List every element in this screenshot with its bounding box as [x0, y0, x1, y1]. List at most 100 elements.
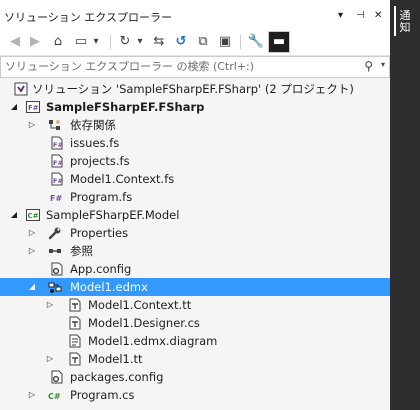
forward-icon[interactable]: ▶: [26, 32, 44, 52]
tree-item-model1-tt[interactable]: ▷ Model1.tt: [0, 350, 390, 368]
tree-item-program-fs[interactable]: F# Program.fs: [0, 188, 390, 206]
collapsed-arrow-icon[interactable]: ▷: [26, 242, 38, 260]
show-all-files-icon[interactable]: ▣: [216, 32, 234, 52]
cs-file-icon: [69, 316, 81, 330]
window-position-dropdown-icon[interactable]: ▾: [338, 10, 343, 22]
expanded-arrow-icon[interactable]: ◢: [26, 278, 38, 296]
tree-item-packages-config[interactable]: packages.config: [0, 368, 390, 386]
tree-item-issues-fs[interactable]: F# issues.fs: [0, 134, 390, 152]
edmx-file-icon: [48, 282, 62, 293]
collapsed-arrow-icon[interactable]: ▷: [26, 116, 38, 134]
tree-item-label: ソリューション 'SampleFSharpEF.FSharp' (2 プロジェク…: [32, 82, 354, 96]
dock-tab-indicator: [394, 6, 396, 36]
collapsed-arrow-icon[interactable]: ▷: [44, 296, 56, 314]
tree-item-model1-edmx[interactable]: ◢ Model1.edmx: [0, 278, 390, 296]
tree-item-model1-context-fs[interactable]: F# Model1.Context.fs: [0, 170, 390, 188]
csharp-file-icon: C#: [48, 392, 61, 401]
search-input[interactable]: [5, 58, 345, 74]
fs-file-icon: F#: [51, 136, 63, 150]
right-dock-strip: 通知: [390, 0, 420, 410]
auto-hide-pin-icon[interactable]: ⊣: [356, 10, 365, 22]
pending-changes-filter-icon[interactable]: ↻: [116, 32, 134, 52]
collapsed-arrow-icon[interactable]: ▷: [26, 224, 38, 242]
panel-title: ソリューション エクスプローラー: [4, 11, 172, 24]
tree-item-projects-fs[interactable]: F# projects.fs: [0, 152, 390, 170]
tree-item-model1-edmx-diagram[interactable]: Model1.edmx.diagram: [0, 332, 390, 350]
svg-text:F#: F#: [28, 104, 39, 112]
tree-item-label: Model1.edmx.diagram: [88, 334, 218, 348]
home-icon[interactable]: ⌂: [48, 32, 68, 52]
back-icon[interactable]: ◀: [6, 32, 24, 52]
search-options-dropdown-icon[interactable]: ▾: [381, 60, 385, 69]
wrench-icon: [48, 227, 61, 240]
tt-file-icon: [69, 352, 81, 366]
expanded-arrow-icon[interactable]: ◢: [8, 98, 20, 116]
svg-text:F#: F#: [53, 141, 63, 149]
refresh-icon[interactable]: ↺: [172, 32, 190, 52]
tree-item-program-cs[interactable]: ▷ C# Program.cs: [0, 386, 390, 404]
tree-item-label: Model1.Context.tt: [88, 298, 192, 312]
collapsed-arrow-icon[interactable]: ▷: [26, 386, 38, 404]
tree-item-label: 依存関係: [70, 118, 116, 132]
tree-item-label: 参照: [70, 244, 93, 258]
tree-item-label: issues.fs: [70, 136, 120, 150]
svg-text:F#: F#: [53, 159, 63, 167]
collapsed-arrow-icon[interactable]: ▷: [44, 350, 56, 368]
toolbar-separator: [110, 35, 111, 49]
collapse-all-icon[interactable]: ⧉: [194, 32, 212, 52]
tree-item-csharp-project[interactable]: ◢ C# SampleFSharpEF.Model: [0, 206, 390, 224]
fsharp-file-icon: F#: [50, 194, 62, 203]
tree-item-label: Properties: [70, 226, 129, 240]
diagram-file-icon: [69, 334, 81, 348]
config-file-icon: [51, 370, 63, 384]
tree-item-properties[interactable]: ▷ Properties: [0, 224, 390, 242]
svg-text:C#: C#: [28, 212, 39, 220]
tree-item-label: packages.config: [70, 370, 164, 384]
notifications-dock-tab[interactable]: 通知: [398, 10, 412, 34]
config-file-icon: [51, 262, 63, 276]
fs-file-icon: F#: [51, 154, 63, 168]
fs-file-icon: F#: [51, 172, 63, 186]
search-box[interactable]: ⚲ ▾: [0, 56, 390, 78]
tree-item-label: Model1.tt: [88, 352, 143, 366]
tree-item-references[interactable]: ▷ 参照: [0, 242, 390, 260]
tree-item-dependencies[interactable]: ▷ 依存関係: [0, 116, 390, 134]
tree-item-label: SampleFSharpEF.Model: [46, 208, 180, 222]
svg-text:F#: F#: [53, 177, 63, 185]
solution-explorer-panel: ソリューション エクスプローラー ▾ ⊣ ✕ ◀ ▶ ⌂ ▭ ▾ ↻ ▾ ⇆ ↺…: [0, 0, 390, 410]
title-bar: ソリューション エクスプローラー ▾ ⊣ ✕: [0, 0, 390, 29]
fsharp-project-icon: F#: [26, 101, 40, 113]
csharp-project-icon: C#: [26, 209, 40, 221]
tree-item-model1-context-tt[interactable]: ▷ Model1.Context.tt: [0, 296, 390, 314]
switch-views-icon[interactable]: ▭: [72, 32, 90, 52]
tree-item-label: Model1.edmx: [70, 280, 148, 294]
references-icon: [49, 249, 61, 253]
tree-item-solution[interactable]: ソリューション 'SampleFSharpEF.FSharp' (2 プロジェク…: [0, 80, 390, 98]
properties-wrench-icon[interactable]: 🔧: [246, 32, 266, 52]
svg-text:F#: F#: [50, 194, 62, 203]
tree-item-label: projects.fs: [70, 154, 130, 168]
sync-with-document-icon[interactable]: ⇆: [150, 32, 168, 52]
toolbar: ◀ ▶ ⌂ ▭ ▾ ↻ ▾ ⇆ ↺ ⧉ ▣ 🔧 ▬: [0, 29, 390, 56]
tree-item-label: SampleFSharpEF.FSharp: [46, 100, 205, 114]
toolbar-separator: [240, 35, 241, 49]
tree-item-label: Model1.Designer.cs: [88, 316, 200, 330]
pending-changes-dropdown-icon[interactable]: ▾: [134, 32, 146, 52]
tree-item-model1-designer-cs[interactable]: Model1.Designer.cs: [0, 314, 390, 332]
switch-views-dropdown-icon[interactable]: ▾: [90, 32, 102, 52]
close-icon[interactable]: ✕: [374, 10, 382, 22]
tree-item-fsharp-project[interactable]: ◢ F# SampleFSharpEF.FSharp: [0, 98, 390, 116]
tree-item-label: Model1.Context.fs: [70, 172, 175, 186]
tree-item-label: Program.fs: [70, 190, 133, 204]
preview-selected-items-icon[interactable]: ▬: [268, 31, 290, 53]
search-icon[interactable]: ⚲: [364, 59, 373, 73]
tree-item-label: App.config: [70, 262, 132, 276]
tree-item-label: Program.cs: [70, 388, 135, 402]
svg-text:C#: C#: [48, 392, 61, 401]
solution-icon: [14, 82, 28, 96]
tree-item-app-config[interactable]: App.config: [0, 260, 390, 278]
solution-tree: ソリューション 'SampleFSharpEF.FSharp' (2 プロジェク…: [0, 80, 390, 410]
expanded-arrow-icon[interactable]: ◢: [8, 206, 20, 224]
dependencies-icon: [49, 120, 60, 130]
tt-file-icon: [69, 298, 81, 312]
